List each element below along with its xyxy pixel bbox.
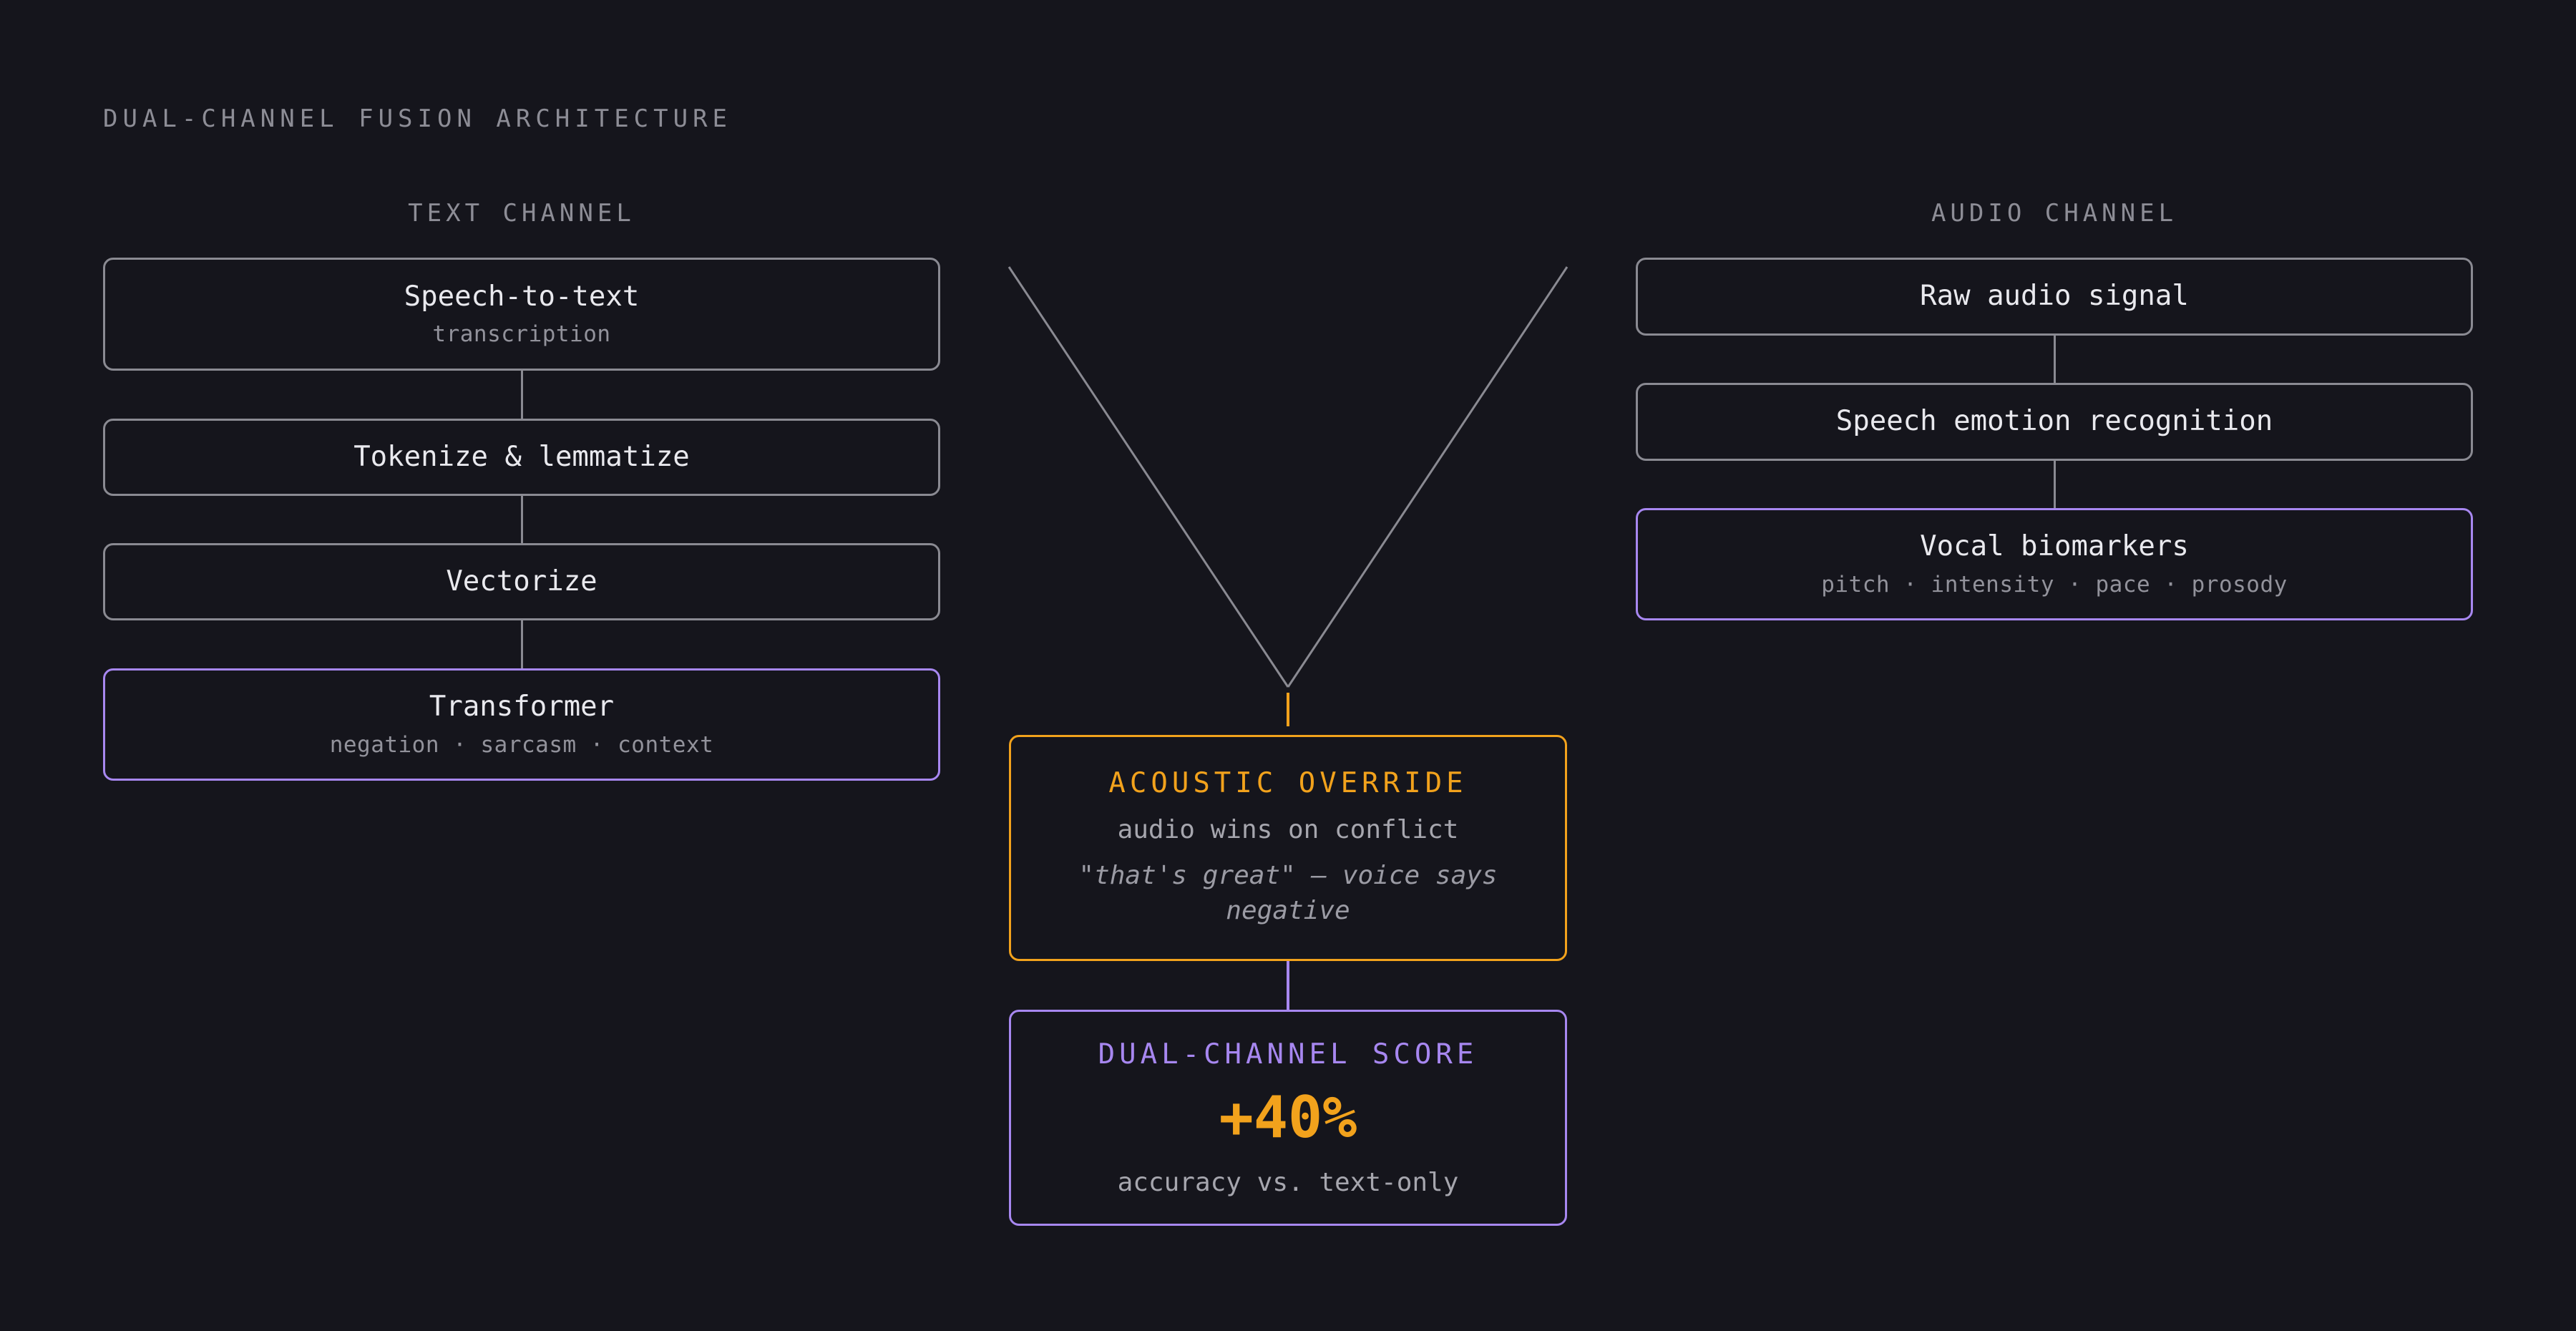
score-caption: accuracy vs. text-only [1117, 1168, 1459, 1197]
dual-channel-score-box: DUAL-CHANNEL SCORE +40% accuracy vs. tex… [1009, 1010, 1567, 1226]
score-value: +40% [1219, 1084, 1357, 1151]
text-merge-line [1008, 266, 1289, 688]
override-title: ACOUSTIC OVERRIDE [1108, 767, 1468, 800]
score-title: DUAL-CHANNEL SCORE [1098, 1038, 1478, 1071]
acoustic-override-box: ACOUSTIC OVERRIDE audio wins on conflict… [1009, 735, 1567, 961]
diagram-canvas: DUAL-CHANNEL FUSION ARCHITECTURE TEXT CH… [0, 0, 2576, 1331]
override-subtitle: audio wins on conflict [1117, 815, 1459, 845]
override-example: "that's great" — voice says negative [1078, 861, 1498, 925]
audio-merge-line [1287, 266, 1568, 688]
